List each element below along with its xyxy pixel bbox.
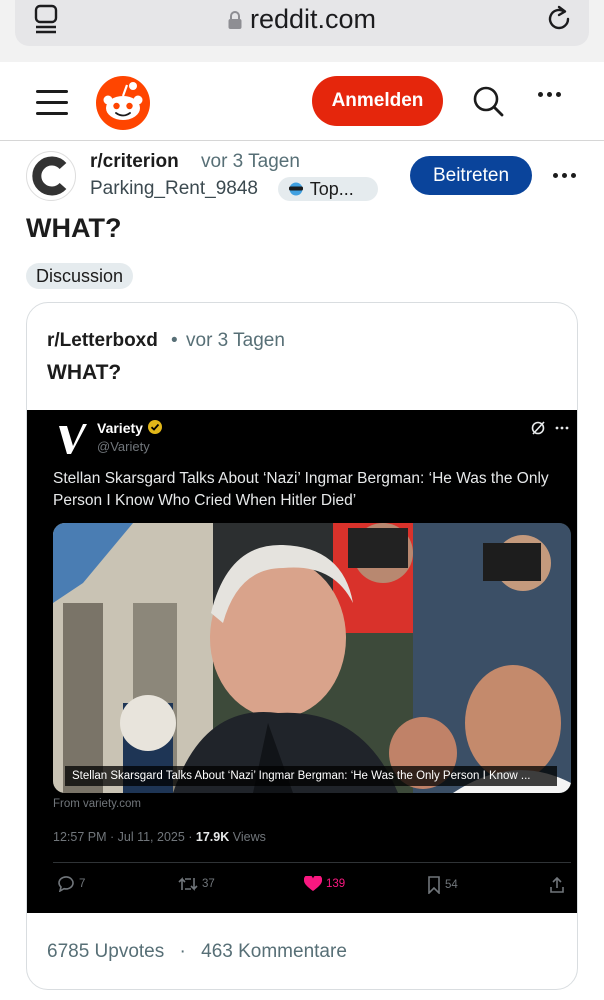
tweet-handle: @Variety bbox=[97, 439, 150, 454]
tweet-text: Stellan Skarsgard Talks About ‘Nazi’ Ing… bbox=[53, 470, 549, 509]
variety-logo bbox=[57, 422, 91, 456]
user-flair-label: Top... bbox=[309, 179, 354, 199]
reload-icon[interactable] bbox=[545, 4, 575, 34]
photo-caption: Stellan Skarsgard Talks About ‘Nazi’ Ing… bbox=[65, 766, 557, 786]
crosspost-stats: 6785 Upvotes · 463 Kommentare bbox=[47, 941, 347, 963]
lock-icon bbox=[228, 6, 242, 36]
post-flair[interactable]: Discussion bbox=[26, 263, 134, 289]
share-icon bbox=[549, 876, 565, 894]
like-count: 139 bbox=[326, 878, 346, 890]
repost-count: 37 bbox=[202, 878, 215, 890]
site-header: Anmelden bbox=[0, 62, 604, 141]
url-display[interactable]: reddit.com bbox=[0, 4, 604, 36]
join-button[interactable]: Beitreten bbox=[410, 156, 532, 195]
repost-icon bbox=[178, 876, 198, 892]
tweet-views-count: 17.9K bbox=[195, 830, 230, 844]
user-flair: Top... bbox=[278, 177, 378, 201]
crosspost-subreddit[interactable]: r/Letterboxd bbox=[47, 330, 158, 352]
url-text: reddit.com bbox=[249, 4, 377, 34]
post-time: vor 3 Tagen bbox=[201, 151, 300, 172]
post-title[interactable]: WHAT? bbox=[26, 213, 121, 244]
reply-count: 7 bbox=[79, 878, 86, 890]
stats-separator: · bbox=[179, 941, 186, 962]
browser-chrome: reddit.com bbox=[0, 0, 604, 62]
crosspost-card[interactable]: r/Letterboxd • vor 3 Tagen WHAT? Variety… bbox=[26, 302, 578, 990]
subreddit-link[interactable]: r/criterion bbox=[90, 151, 179, 173]
bookmark-icon bbox=[427, 876, 441, 894]
like-action: 139 bbox=[304, 876, 345, 892]
tweet-time: 12:57 PM · Jul 11, 2025 · bbox=[53, 830, 196, 844]
tweet-timestamp: 12:57 PM · Jul 11, 2025 · 17.9K Views bbox=[53, 830, 266, 844]
search-icon[interactable] bbox=[471, 84, 505, 118]
crosspost-title: WHAT? bbox=[47, 361, 122, 384]
tweet-views-label: Views bbox=[229, 830, 266, 844]
repost-action: 37 bbox=[178, 876, 215, 892]
subreddit-avatar[interactable] bbox=[26, 151, 76, 201]
source-link: From variety.com bbox=[53, 798, 141, 810]
heart-icon bbox=[304, 876, 322, 892]
tweet-author: Variety bbox=[97, 420, 143, 436]
post-more-icon[interactable] bbox=[553, 173, 576, 178]
meta-separator: • bbox=[171, 330, 178, 351]
news-photo bbox=[53, 523, 571, 793]
more-options-icon[interactable] bbox=[538, 92, 568, 106]
tweet-more-icon bbox=[531, 420, 571, 436]
tweet-divider bbox=[53, 862, 571, 863]
tweet-image[interactable]: Variety @Variety Stellan Skarsgard Talks… bbox=[27, 410, 577, 913]
verified-badge-icon bbox=[148, 420, 162, 434]
hamburger-menu-icon[interactable] bbox=[36, 90, 68, 116]
reply-icon bbox=[57, 876, 75, 892]
upvote-count: 6785 Upvotes bbox=[47, 941, 165, 962]
bookmark-count: 54 bbox=[445, 879, 458, 891]
login-button[interactable]: Anmelden bbox=[312, 76, 443, 126]
sunglasses-icon bbox=[287, 179, 305, 199]
crosspost-time: vor 3 Tagen bbox=[186, 330, 285, 351]
author-link[interactable]: Parking_Rent_9848 bbox=[90, 178, 258, 200]
reply-action: 7 bbox=[57, 876, 85, 892]
reddit-logo[interactable] bbox=[96, 76, 150, 130]
bookmark-action: 54 bbox=[427, 876, 458, 894]
comment-count: 463 Kommentare bbox=[201, 941, 347, 962]
